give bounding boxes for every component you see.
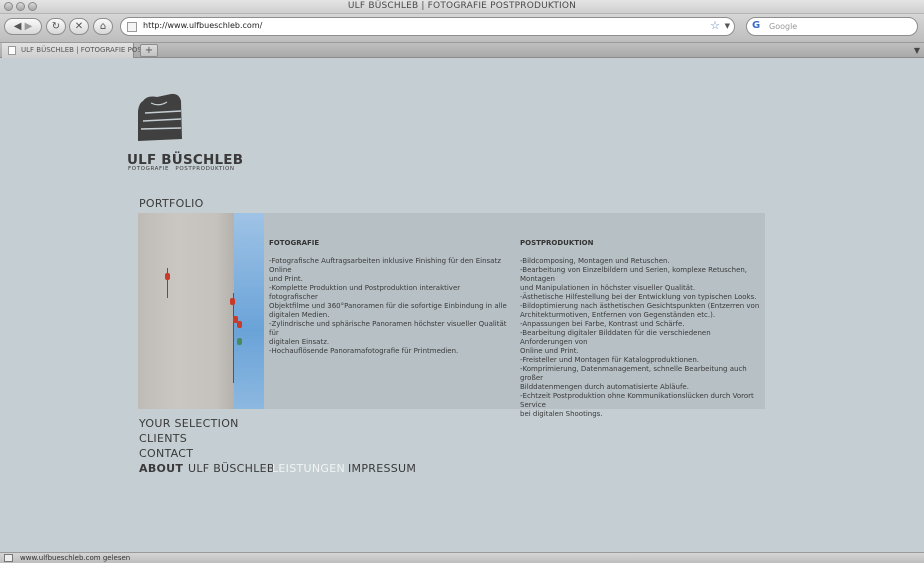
forward-icon[interactable]: ▶ [25, 21, 33, 32]
postproduktion-body: -Bildcomposing, Montagen und Retuschen. … [520, 257, 760, 418]
browser-toolbar: ◀ ▶ ↻ ✕ ⌂ http://www.ulfbueschleb.com/ ☆… [0, 14, 924, 43]
reload-icon: ↻ [51, 21, 61, 32]
tab-strip: ULF BÜSCHLEB | FOTOGRAFIE POS... + ▼ [0, 43, 924, 58]
menu-leistungen[interactable]: LEISTUNGEN [272, 462, 345, 475]
tab-ulf-bueschleb[interactable]: ULF BÜSCHLEB | FOTOGRAFIE POS... [2, 43, 148, 58]
postproduktion-column: POSTPRODUKTION -Bildcomposing, Montagen … [520, 239, 760, 419]
back-forward-buttons[interactable]: ◀ ▶ [4, 18, 42, 35]
climbers-photo [138, 213, 264, 409]
url-text[interactable]: http://www.ulfbueschleb.com/ [143, 21, 262, 30]
tab-favicon-icon [8, 46, 16, 55]
climber [230, 298, 235, 305]
rope [233, 293, 234, 383]
sky-strip [234, 213, 264, 409]
page-favicon-icon [127, 22, 137, 32]
menu-contact[interactable]: CONTACT [139, 447, 193, 460]
google-search-engine-icon[interactable]: G [752, 20, 760, 31]
climber [237, 338, 242, 345]
logo-fist-icon [138, 93, 182, 141]
search-bar[interactable]: G Google [746, 17, 918, 36]
climber [237, 321, 242, 328]
postproduktion-title: POSTPRODUKTION [520, 239, 594, 247]
status-bar: www.ulfbueschleb.com gelesen [0, 552, 924, 563]
window-title: ULF BÜSCHLEB | FOTOGRAFIE POSTPRODUKTION [347, 1, 577, 11]
content-panel: FOTOGRAFIE -Fotografische Auftragsarbeit… [138, 213, 765, 418]
portfolio-heading[interactable]: PORTFOLIO [139, 197, 204, 210]
status-text: www.ulfbueschleb.com gelesen [20, 554, 131, 562]
reload-button[interactable]: ↻ [46, 18, 66, 35]
new-tab-button[interactable]: + [140, 44, 158, 57]
menu-your-selection[interactable]: YOUR SELECTION [139, 417, 239, 430]
bookmark-star-icon[interactable]: ☆ [710, 19, 720, 32]
status-page-icon [4, 554, 13, 562]
back-icon[interactable]: ◀ [14, 21, 22, 32]
menu-clients[interactable]: CLIENTS [139, 432, 187, 445]
home-button[interactable]: ⌂ [93, 18, 113, 35]
menu-impressum[interactable]: IMPRESSUM [348, 462, 416, 475]
home-icon: ⌂ [99, 21, 107, 32]
menu-ulf-bueschleb[interactable]: ULF BÜSCHLEB [188, 462, 275, 475]
fotografie-body: -Fotografische Auftragsarbeiten inklusiv… [269, 257, 507, 355]
stop-button[interactable]: ✕ [69, 18, 89, 35]
menu-about[interactable]: ABOUT [139, 462, 183, 475]
fotografie-title: FOTOGRAFIE [269, 239, 320, 247]
search-placeholder[interactable]: Google [769, 22, 797, 31]
stop-icon: ✕ [74, 21, 84, 32]
tab-list-icon[interactable]: ▼ [914, 46, 920, 55]
url-dropdown-icon[interactable]: ▼ [725, 22, 730, 30]
tab-label: ULF BÜSCHLEB | FOTOGRAFIE POS... [21, 46, 149, 54]
fotografie-column: FOTOGRAFIE -Fotografische Auftragsarbeit… [269, 239, 509, 356]
url-bar[interactable]: http://www.ulfbueschleb.com/ ☆ ▼ [120, 17, 735, 36]
climber [165, 273, 170, 280]
tower-wall [138, 213, 236, 409]
window-titlebar: ULF BÜSCHLEB | FOTOGRAFIE POSTPRODUKTION [0, 0, 924, 14]
logo-subtitle: FOTOGRAFIE POSTPRODUKTION [128, 166, 235, 172]
